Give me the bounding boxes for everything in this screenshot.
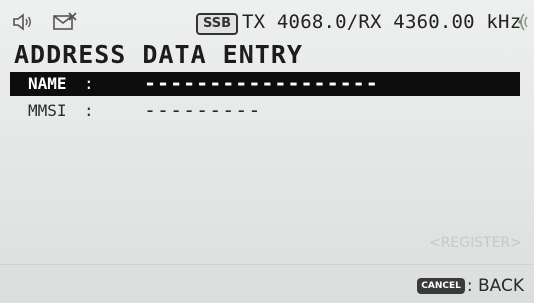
speaker-icon xyxy=(12,13,34,31)
mode-badge: SSB xyxy=(196,13,239,35)
mmsi-field-colon: : xyxy=(84,101,94,120)
mail-icon xyxy=(52,12,78,32)
name-field-row[interactable]: NAME : ------------------ xyxy=(10,72,520,96)
frequency-readout: TX 4068.0/RX 4360.00 kHz xyxy=(242,11,522,33)
mmsi-field-label: MMSI xyxy=(28,101,67,120)
page-title: ADDRESS DATA ENTRY xyxy=(14,40,303,69)
signal-icon xyxy=(512,12,530,32)
cancel-key-badge: CANCEL xyxy=(417,278,465,294)
register-softkey[interactable]: <REGISTER> xyxy=(429,234,522,252)
name-field-input[interactable]: ------------------ xyxy=(144,72,379,94)
mmsi-field-input[interactable]: --------- xyxy=(144,99,261,121)
back-label: : BACK xyxy=(466,276,524,296)
status-bar: SSB TX 4068.0/RX 4360.00 kHz xyxy=(0,0,534,40)
name-field-colon: : xyxy=(84,74,94,93)
cancel-back-softkey[interactable]: CANCEL : BACK xyxy=(417,275,524,297)
bottom-divider xyxy=(0,264,534,265)
name-field-label: NAME xyxy=(28,74,67,93)
mmsi-field-row[interactable]: MMSI : --------- xyxy=(10,99,520,123)
dsc-screen: SSB TX 4068.0/RX 4360.00 kHz ADDRESS DAT… xyxy=(0,0,534,303)
